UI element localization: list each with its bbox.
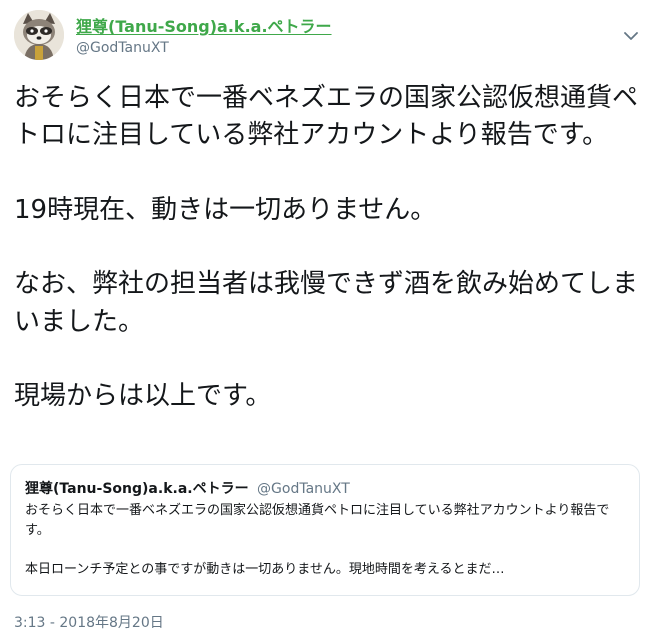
tweet-card: 狸尊(Tanu-Song)a.k.a.ペトラー @GodTanuXT おそらく日… xyxy=(0,0,653,644)
quoted-author-handle: @GodTanuXT xyxy=(257,481,350,497)
chevron-down-icon xyxy=(624,32,638,40)
author-display-name[interactable]: 狸尊(Tanu-Song)a.k.a.ペトラー xyxy=(76,13,332,37)
quoted-tweet[interactable]: 狸尊(Tanu-Song)a.k.a.ペトラー @GodTanuXT おそらく日… xyxy=(10,464,640,596)
tweet-text: おそらく日本で一番ベネズエラの国家公認仮想通貨ペトロに注目している弊社アカウント… xyxy=(14,83,639,412)
quoted-author-name: 狸尊(Tanu-Song)a.k.a.ペトラー xyxy=(25,481,249,497)
tweet-timestamp[interactable]: 3:13 - 2018年8月20日 xyxy=(14,612,164,632)
quoted-tweet-header: 狸尊(Tanu-Song)a.k.a.ペトラー @GodTanuXT xyxy=(25,478,350,498)
avatar[interactable] xyxy=(14,10,64,60)
quoted-tweet-text: おそらく日本で一番ベネズエラの国家公認仮想通貨ペトロに注目している弊社アカウント… xyxy=(25,503,610,577)
author-handle[interactable]: @GodTanuXT xyxy=(76,40,169,56)
tweet-menu-button[interactable] xyxy=(622,28,640,42)
raccoon-avatar-icon xyxy=(14,10,64,60)
